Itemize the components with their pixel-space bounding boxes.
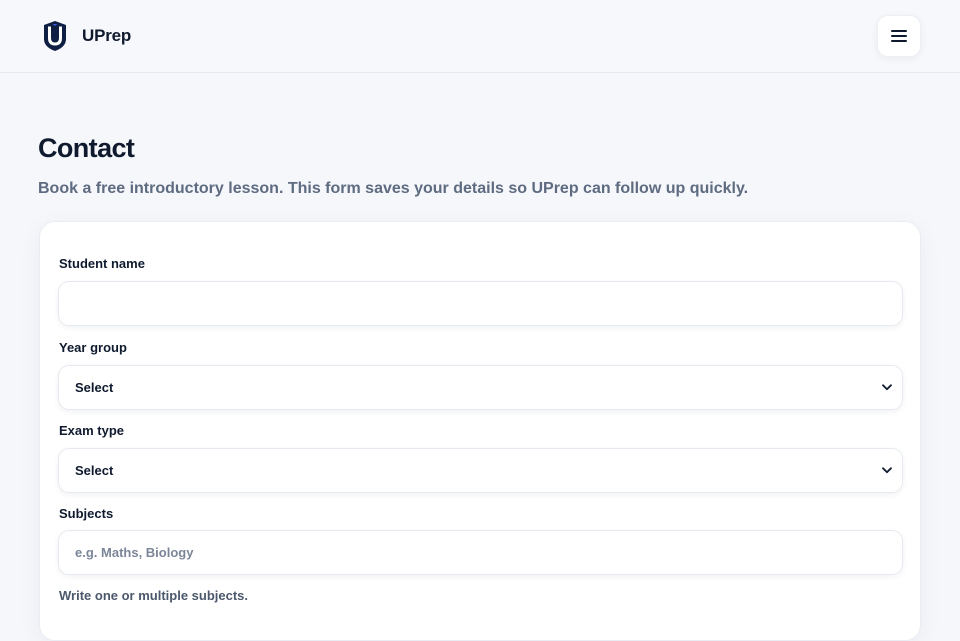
year-group-selected-value: Select (75, 380, 114, 395)
subjects-label: Subjects (59, 506, 114, 521)
exam-type-select[interactable]: Select (58, 448, 903, 493)
shield-u-logo-icon (44, 21, 66, 51)
student-name-label: Student name (59, 256, 145, 271)
brand-name: UPrep (82, 26, 132, 45)
exam-type-label: Exam type (59, 423, 125, 438)
top-navigation-bar: UPrep (0, 0, 960, 73)
page-subtitle: Book a free introductory lesson. This fo… (38, 180, 749, 197)
student-name-input[interactable] (58, 281, 903, 326)
exam-type-selected-value: Select (75, 463, 114, 478)
brand-home-link[interactable]: UPrep (42, 20, 131, 52)
menu-button[interactable] (877, 15, 921, 57)
year-group-select[interactable]: Select (58, 365, 903, 410)
subjects-hint: Write one or multiple subjects. (59, 588, 249, 603)
subjects-input[interactable] (58, 530, 903, 575)
page-title: Contact (38, 133, 135, 163)
year-group-label: Year group (59, 340, 127, 355)
hamburger-menu-icon (891, 30, 907, 42)
chevron-down-icon (882, 467, 892, 474)
chevron-down-icon (882, 384, 892, 391)
contact-form-card: Student name Year group Select Exam type… (39, 221, 921, 641)
